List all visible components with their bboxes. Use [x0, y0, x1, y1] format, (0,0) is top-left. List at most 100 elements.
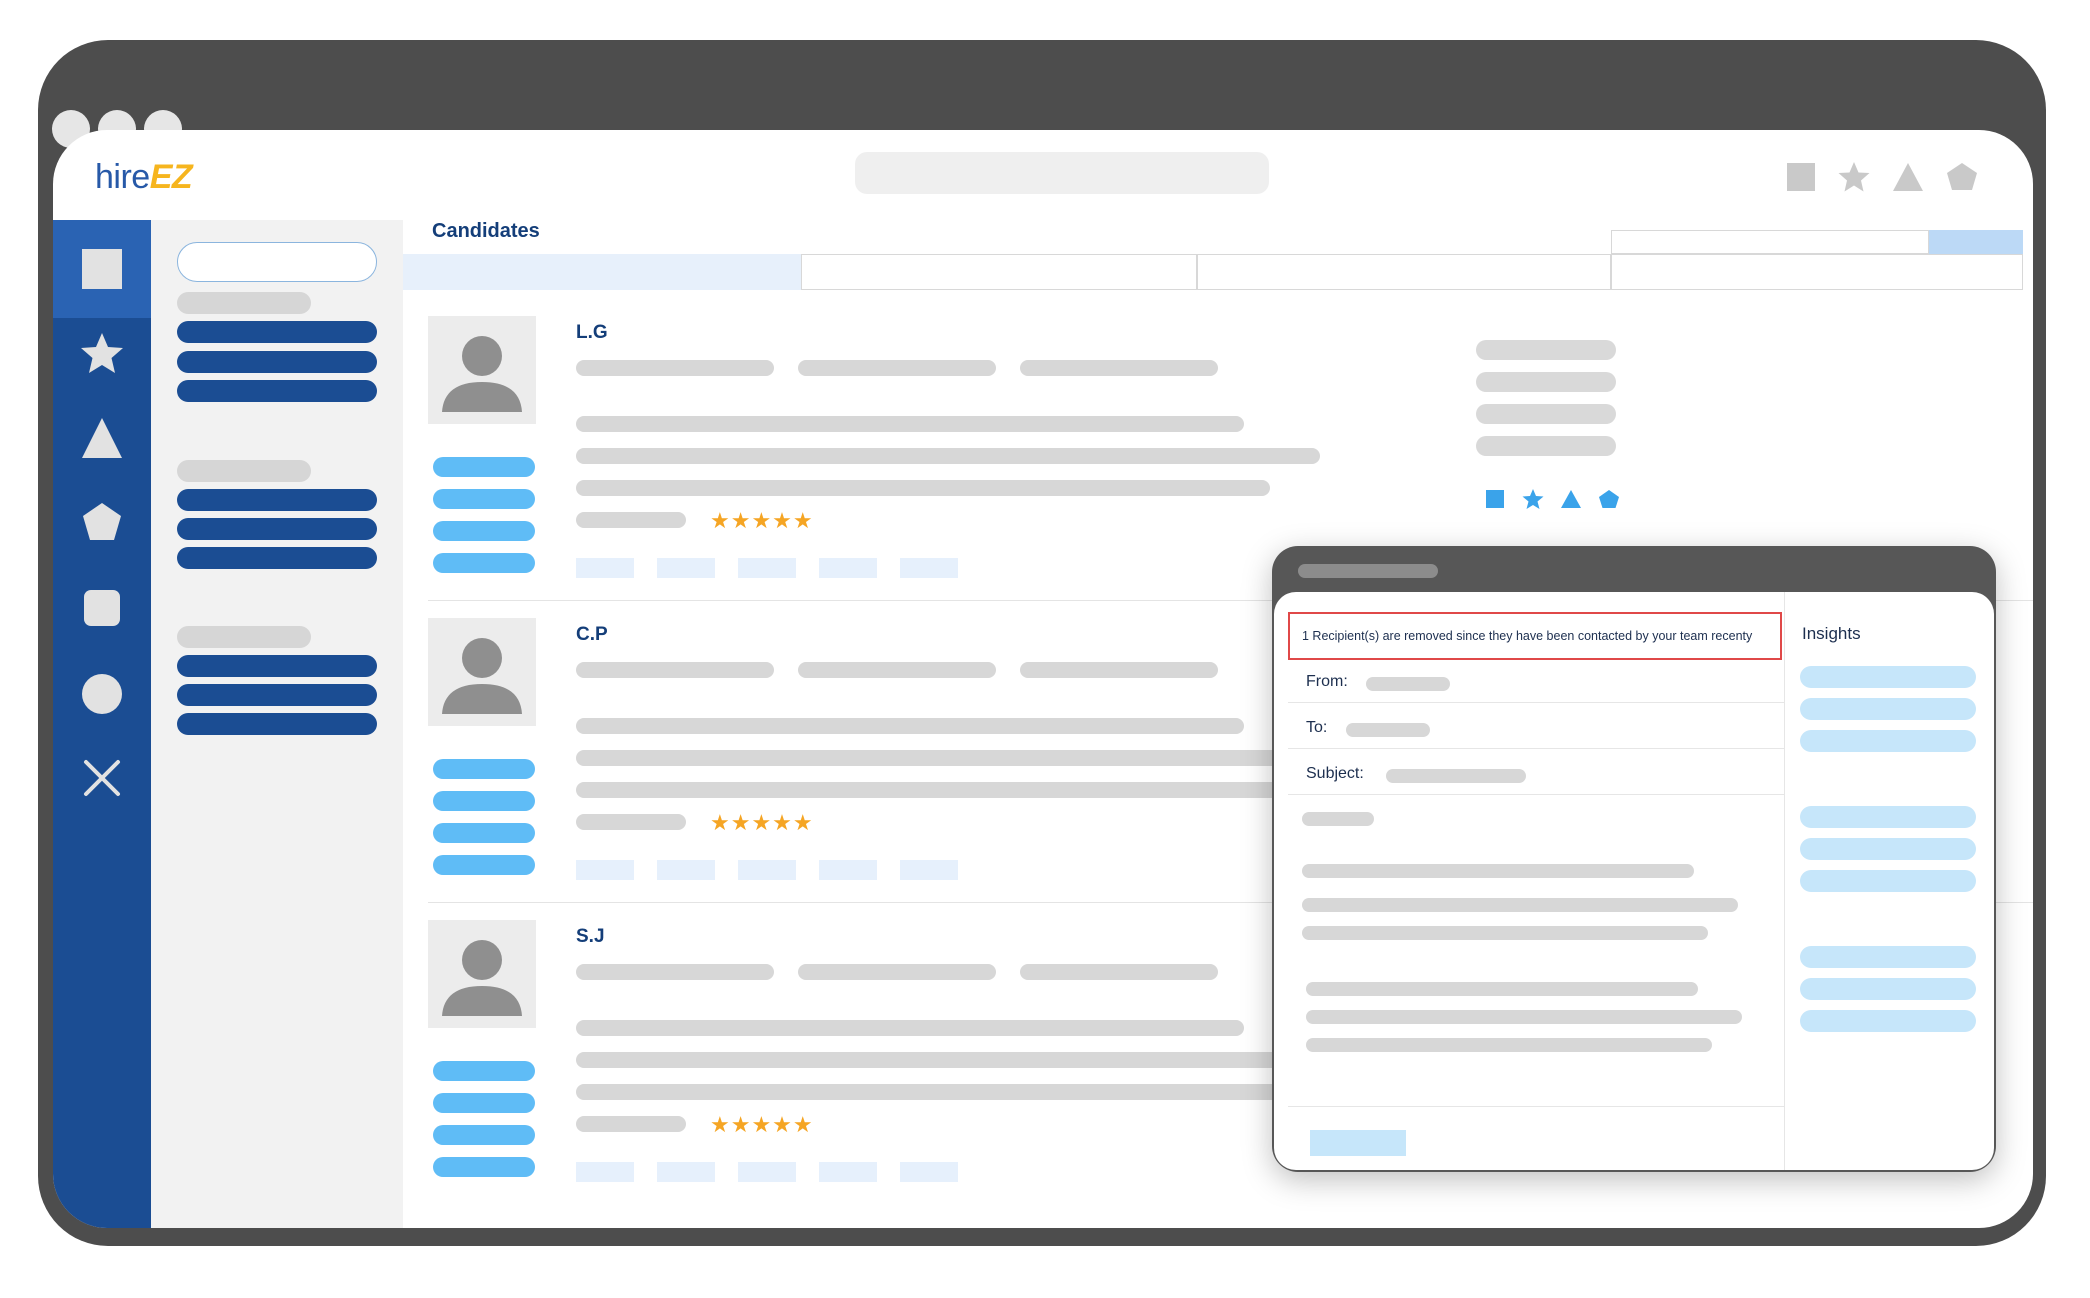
- detail-bar: [576, 964, 774, 980]
- filter-item[interactable]: [177, 518, 377, 540]
- tab-1[interactable]: [403, 254, 801, 290]
- candidate-action-button[interactable]: [433, 791, 535, 811]
- insight-item[interactable]: [1800, 806, 1976, 828]
- skill-chip[interactable]: [657, 860, 715, 880]
- insight-item[interactable]: [1800, 698, 1976, 720]
- insight-item[interactable]: [1800, 870, 1976, 892]
- skill-chip[interactable]: [576, 1162, 634, 1182]
- candidate-name[interactable]: L.G: [576, 322, 608, 344]
- body-text-line[interactable]: [1306, 1010, 1742, 1024]
- triangle-icon[interactable]: [1560, 488, 1582, 510]
- insight-item[interactable]: [1800, 1010, 1976, 1032]
- star-icon[interactable]: [80, 332, 124, 376]
- skill-chip[interactable]: [657, 1162, 715, 1182]
- skill-chip[interactable]: [738, 860, 796, 880]
- tab-3[interactable]: [1197, 254, 1611, 290]
- skill-chip[interactable]: [900, 1162, 958, 1182]
- candidate-name[interactable]: S.J: [576, 926, 605, 948]
- sidebar-search-input[interactable]: [177, 242, 377, 282]
- detail-bar: [576, 718, 1244, 734]
- square-icon[interactable]: [1484, 488, 1506, 510]
- body-text-line[interactable]: [1302, 898, 1738, 912]
- action-field[interactable]: [1611, 230, 1929, 254]
- filter-item[interactable]: [177, 321, 377, 343]
- candidate-action-button[interactable]: [433, 521, 535, 541]
- close-icon[interactable]: [80, 756, 124, 800]
- skill-chip[interactable]: [576, 860, 634, 880]
- page-title: Candidates: [432, 220, 540, 242]
- meta-bar: [1476, 436, 1616, 456]
- square-icon[interactable]: [80, 247, 124, 291]
- insight-item[interactable]: [1800, 978, 1976, 1000]
- candidate-action-button[interactable]: [433, 1125, 535, 1145]
- modal-title-bar[interactable]: [1298, 564, 1438, 578]
- candidate-name[interactable]: C.P: [576, 624, 608, 646]
- action-button[interactable]: [1929, 230, 2023, 254]
- recipient-removed-alert: 1 Recipient(s) are removed since they ha…: [1288, 612, 1782, 660]
- filter-item[interactable]: [177, 713, 377, 735]
- candidate-action-button[interactable]: [433, 1157, 535, 1177]
- from-field[interactable]: [1366, 677, 1450, 691]
- skill-chip[interactable]: [576, 558, 634, 578]
- triangle-icon[interactable]: [1891, 160, 1925, 194]
- tab-4[interactable]: [1611, 254, 2023, 290]
- rating-stars: ★★★★★: [710, 508, 814, 533]
- skill-chip[interactable]: [657, 558, 715, 578]
- detail-bar: [798, 964, 996, 980]
- skill-chip[interactable]: [819, 558, 877, 578]
- body-text-line[interactable]: [1306, 1038, 1712, 1052]
- to-field[interactable]: [1346, 723, 1430, 737]
- email-compose-modal: 1 Recipient(s) are removed since they ha…: [1272, 546, 1996, 1172]
- send-button[interactable]: [1310, 1130, 1406, 1156]
- filter-item[interactable]: [177, 684, 377, 706]
- skill-chip[interactable]: [900, 860, 958, 880]
- skill-chip[interactable]: [738, 558, 796, 578]
- body-text-line[interactable]: [1302, 812, 1374, 826]
- insight-item[interactable]: [1800, 730, 1976, 752]
- filter-item[interactable]: [177, 351, 377, 373]
- body-text-line[interactable]: [1302, 864, 1694, 878]
- candidate-action-button[interactable]: [433, 489, 535, 509]
- body-text-line[interactable]: [1302, 926, 1708, 940]
- skill-chip[interactable]: [819, 860, 877, 880]
- filter-item[interactable]: [177, 547, 377, 569]
- candidate-action-button[interactable]: [433, 855, 535, 875]
- pentagon-icon[interactable]: [80, 500, 124, 544]
- filter-item[interactable]: [177, 380, 377, 402]
- tab-2[interactable]: [801, 254, 1197, 290]
- candidate-action-button[interactable]: [433, 1093, 535, 1113]
- square-icon[interactable]: [1784, 160, 1818, 194]
- insight-item[interactable]: [1800, 946, 1976, 968]
- candidate-action-button[interactable]: [433, 1061, 535, 1081]
- star-icon[interactable]: [1522, 488, 1544, 510]
- detail-bar: [576, 814, 686, 830]
- filter-item[interactable]: [177, 655, 377, 677]
- filter-item[interactable]: [177, 489, 377, 511]
- candidate-action-button[interactable]: [433, 553, 535, 573]
- body-text-line[interactable]: [1306, 982, 1698, 996]
- address-bar[interactable]: [855, 152, 1269, 194]
- user-silhouette-icon: [442, 940, 522, 1016]
- triangle-icon[interactable]: [80, 416, 124, 460]
- pentagon-icon[interactable]: [1945, 160, 1979, 194]
- detail-bar: [576, 782, 1320, 798]
- insight-item[interactable]: [1800, 838, 1976, 860]
- skill-chip[interactable]: [900, 558, 958, 578]
- candidate-action-button[interactable]: [433, 759, 535, 779]
- rating-stars: ★★★★★: [710, 1112, 814, 1137]
- candidate-action-button[interactable]: [433, 457, 535, 477]
- pentagon-icon[interactable]: [1598, 488, 1620, 510]
- skill-chip[interactable]: [738, 1162, 796, 1182]
- rounded-square-icon[interactable]: [80, 586, 124, 630]
- insight-item[interactable]: [1800, 666, 1976, 688]
- filter-group-heading: [177, 460, 311, 482]
- hireez-logo[interactable]: hireEZ: [95, 158, 193, 197]
- detail-bar: [798, 662, 996, 678]
- skill-chip[interactable]: [819, 1162, 877, 1182]
- subject-field[interactable]: [1386, 769, 1526, 783]
- candidate-action-button[interactable]: [433, 823, 535, 843]
- star-icon[interactable]: [1837, 160, 1871, 194]
- filter-sidebar: [151, 220, 403, 1228]
- circle-icon[interactable]: [80, 672, 124, 716]
- detail-bar: [1020, 964, 1218, 980]
